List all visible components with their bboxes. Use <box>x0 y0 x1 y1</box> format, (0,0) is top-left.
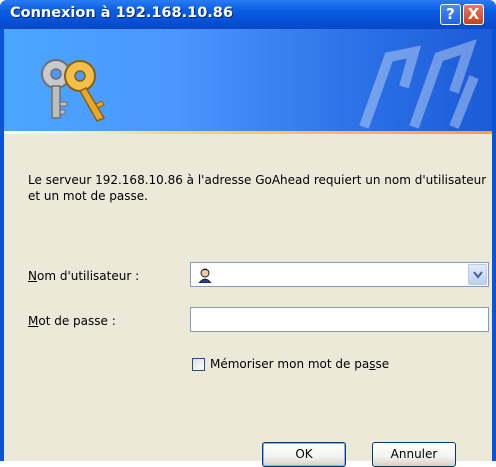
username-combobox[interactable] <box>190 262 489 287</box>
username-label-accesskey: N <box>28 269 37 283</box>
remember-password-checkbox[interactable] <box>192 358 205 371</box>
password-label-accesskey: M <box>28 314 39 328</box>
banner-divider <box>4 131 492 134</box>
cancel-button[interactable]: Annuler <box>372 442 456 467</box>
window-title: Connexion à 192.168.10.86 <box>10 5 233 21</box>
remember-password-label[interactable]: Mémoriser mon mot de passe <box>210 357 389 371</box>
user-icon <box>198 268 212 283</box>
help-button[interactable]: ? <box>440 4 461 25</box>
banner <box>4 29 492 131</box>
password-label-text: ot de passe : <box>38 314 116 328</box>
username-dropdown-button[interactable] <box>468 264 487 285</box>
remember-label-part-a: Mémoriser mon mot de pa <box>210 357 370 371</box>
username-label-text: om d'utilisateur : <box>36 269 140 283</box>
remember-label-part-b: se <box>375 357 390 371</box>
username-label: Nom d'utilisateur : <box>28 269 139 283</box>
password-input[interactable] <box>190 307 489 332</box>
login-dialog: Connexion à 192.168.10.86 ? X Le serveur… <box>0 0 496 467</box>
ok-button[interactable]: OK <box>262 442 346 467</box>
close-button[interactable]: X <box>463 4 484 25</box>
chevron-down-icon <box>473 271 483 279</box>
auth-message: Le serveur 192.168.10.86 à l'adresse GoA… <box>28 173 487 203</box>
dialog-body: Le serveur 192.168.10.86 à l'adresse GoA… <box>4 29 492 467</box>
keys-watermark-icon <box>359 39 479 129</box>
title-bar[interactable]: Connexion à 192.168.10.86 ? X <box>0 0 496 29</box>
keys-icon <box>41 59 106 122</box>
password-label: Mot de passe : <box>28 314 116 328</box>
